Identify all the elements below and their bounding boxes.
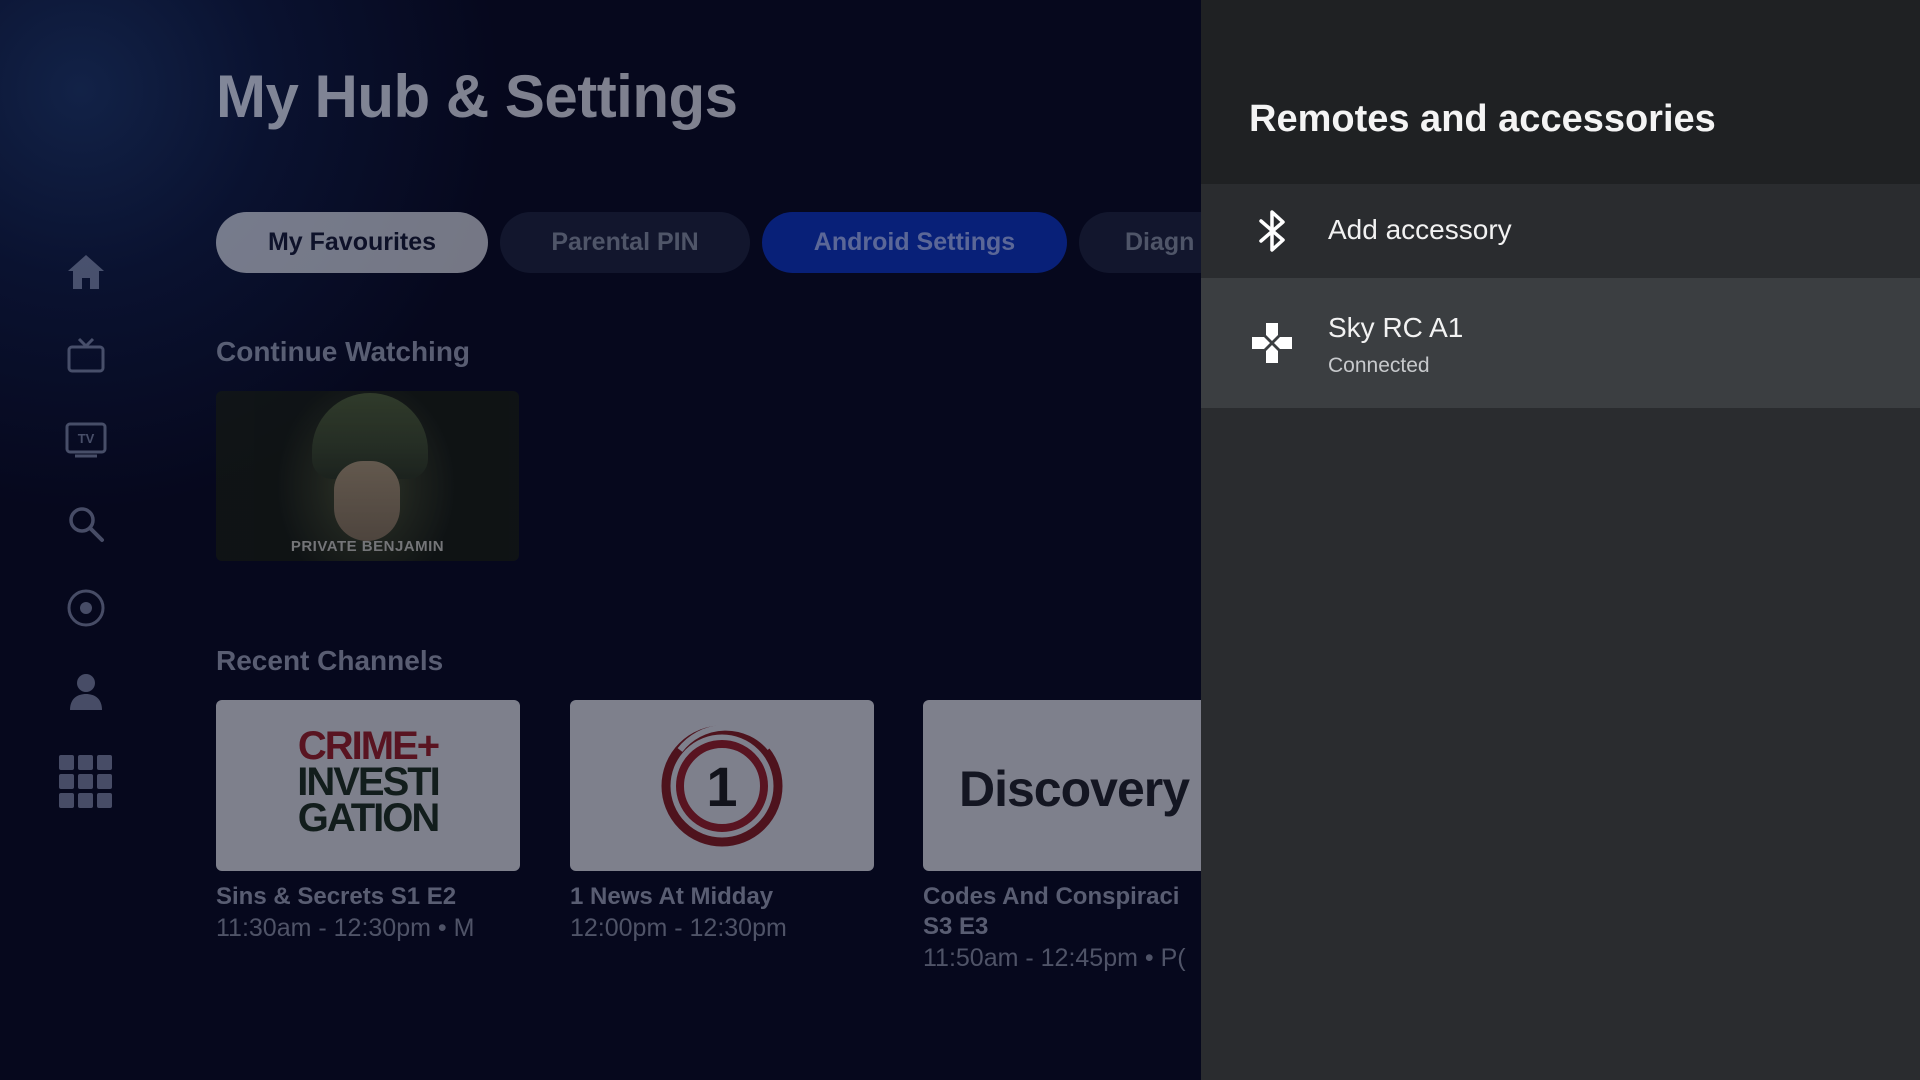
page-title: My Hub & Settings	[216, 63, 738, 130]
channel-program-time: 12:00pm - 12:30pm	[570, 914, 787, 942]
title-line: Codes And Conspiraci	[923, 883, 1180, 910]
add-accessory-item[interactable]: Add accessory	[1201, 184, 1920, 278]
logo-line: INVESTI	[297, 760, 441, 804]
channel-program-time: 11:50am - 12:45pm • P(	[923, 944, 1186, 972]
add-accessory-label: Add accessory	[1328, 214, 1512, 245]
recent-channels-heading: Recent Channels	[216, 645, 444, 676]
gamepad-icon	[1249, 320, 1295, 366]
panel-header: Remotes and accessories	[1201, 0, 1920, 184]
sky-rc-a1-item[interactable]: Sky RC A1 Connected	[1201, 278, 1920, 408]
continue-watching-tile[interactable]: PRIVATE BENJAMIN	[216, 391, 519, 561]
tab-parental-pin[interactable]: Parental PIN	[500, 212, 750, 273]
guide-icon[interactable]: TV	[64, 418, 108, 462]
channel-card-discovery[interactable]: Discovery	[923, 700, 1201, 871]
channel-program-title: Codes And Conspiraci S3 E3	[923, 882, 1179, 942]
device-name: Sky RC A1	[1328, 312, 1464, 343]
profile-icon[interactable]	[64, 670, 108, 714]
record-icon[interactable]	[64, 586, 108, 630]
remotes-accessories-panel: Remotes and accessories Add accessory Sk…	[1201, 0, 1920, 1080]
search-icon[interactable]	[64, 502, 108, 546]
bluetooth-icon	[1249, 208, 1295, 254]
continue-watching-heading: Continue Watching	[216, 336, 471, 367]
thumbnail-face	[334, 461, 400, 541]
svg-text:TV: TV	[78, 431, 95, 446]
title-line: S3 E3	[923, 913, 989, 940]
tab-diagnostics[interactable]: Diagn	[1079, 212, 1201, 273]
screen: My Hub & Settings TV My Favourites Paren…	[0, 0, 1920, 1080]
logo-line: CRIME+	[297, 724, 440, 768]
channel-logo: Discovery	[959, 761, 1190, 817]
channel-card-tvnz-1[interactable]: 1	[570, 700, 874, 871]
home-icon[interactable]	[64, 250, 108, 294]
channel-card-crime-investigation[interactable]: CRIME+ INVESTI GATION	[216, 700, 520, 871]
channel-program-time: 11:30am - 12:30pm • M	[216, 914, 475, 942]
device-status: Connected	[1328, 354, 1430, 377]
hub-background: My Hub & Settings TV My Favourites Paren…	[0, 0, 1201, 1080]
panel-title: Remotes and accessories	[1249, 98, 1716, 140]
channel-program-title: 1 News At Midday	[570, 883, 774, 910]
thumbnail-caption: PRIVATE BENJAMIN	[290, 538, 445, 555]
channel-logo: CRIME+ INVESTI GATION	[216, 724, 520, 840]
tab-my-favourites[interactable]: My Favourites	[216, 212, 488, 273]
tv-icon[interactable]	[64, 334, 108, 378]
apps-grid-icon[interactable]	[58, 754, 114, 810]
svg-text:1: 1	[706, 755, 737, 818]
channel-program-title: Sins & Secrets S1 E2	[216, 883, 457, 910]
logo-line: GATION	[297, 796, 441, 840]
channel-logo: 1	[661, 724, 783, 847]
tab-android-settings[interactable]: Android Settings	[762, 212, 1067, 273]
